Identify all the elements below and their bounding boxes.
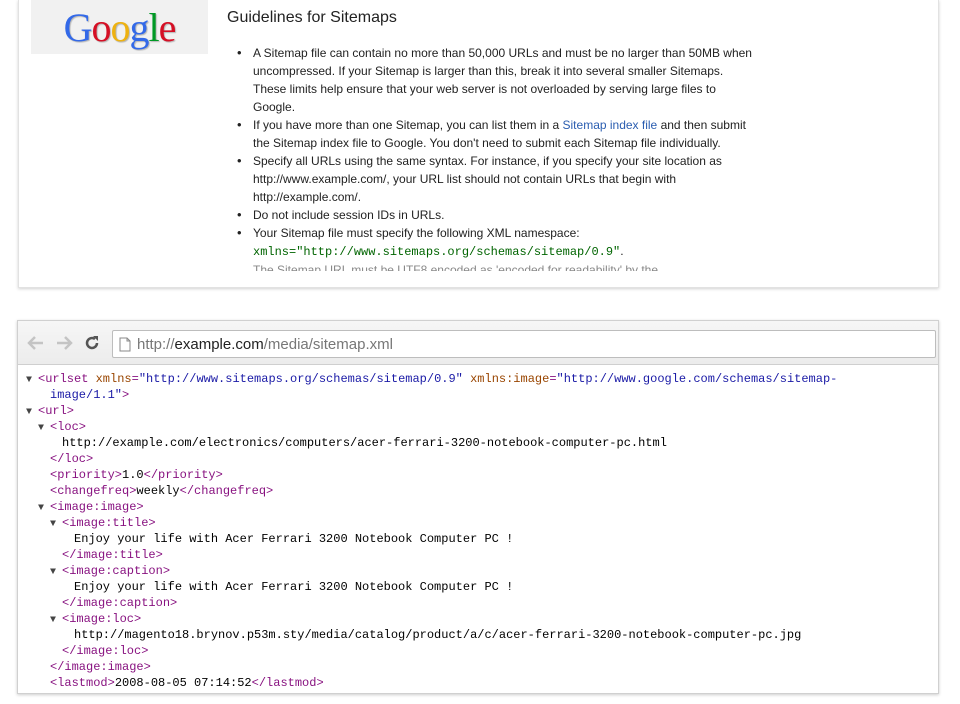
xml-line: <priority>1.0</priority>: [50, 468, 223, 482]
torn-edge: [18, 685, 938, 693]
guideline-item-cut: The Sitemap URL must be UTF8 encoded as …: [253, 261, 753, 271]
guideline-item: Do not include session IDs in URLs.: [237, 206, 753, 224]
xml-line: ▼ <loc>: [18, 419, 938, 435]
url-text[interactable]: http://example.com/media/sitemap.xml: [137, 336, 393, 353]
xml-line: </image:title>: [62, 548, 163, 562]
xml-line: </image:loc>: [62, 644, 149, 658]
namespace-code: xmlns="http://www.sitemaps.org/schemas/s…: [253, 245, 621, 259]
address-bar[interactable]: http://example.com/media/sitemap.xml: [112, 330, 936, 358]
logo-letter: e: [158, 5, 177, 50]
google-logo[interactable]: Google: [63, 5, 177, 50]
guideline-item: Specify all URLs using the same syntax. …: [237, 152, 753, 206]
back-arrow-icon: [27, 336, 43, 350]
guidelines-panel: Google Guidelines for Sitemaps A Sitemap…: [18, 0, 939, 288]
xml-line: ▼ <image:loc>: [18, 611, 938, 627]
back-button[interactable]: [26, 333, 46, 353]
xml-line: </loc>: [50, 452, 94, 466]
xml-image-caption: Enjoy your life with Acer Ferrari 3200 N…: [74, 580, 514, 594]
guideline-item: If you have more than one Sitemap, you c…: [237, 116, 753, 152]
xml-viewer: ▼ <urlset xmlns="http://www.sitemaps.org/…: [18, 371, 938, 691]
xml-line: ▼ <urlset xmlns="http://www.sitemaps.org/…: [18, 371, 938, 387]
torn-edge: [19, 278, 938, 287]
xml-line: <changefreq>weekly</changefreq>: [50, 484, 274, 498]
xml-image-loc: http://magento18.brynov.p53m.sty/media/c…: [74, 628, 802, 642]
sitemap-index-link[interactable]: Sitemap index file: [563, 118, 658, 132]
browser-toolbar: http://example.com/media/sitemap.xml: [18, 321, 938, 365]
xml-line: ▼ <url>: [18, 403, 938, 419]
logo-letter: o: [91, 5, 112, 50]
xml-line: ▼ <image:caption>: [18, 563, 938, 579]
guideline-item: A Sitemap file can contain no more than …: [237, 44, 753, 116]
xml-line: image/1.1">: [50, 388, 130, 402]
forward-arrow-icon: [57, 336, 73, 350]
logo-letter: g: [129, 5, 150, 50]
xml-line: ▼ <image:image>: [18, 499, 938, 515]
logo-letter: G: [63, 5, 93, 50]
xml-line: </image:image>: [50, 660, 151, 674]
google-logo-box: Google: [31, 0, 208, 54]
page-icon: [119, 337, 131, 351]
xml-line: ▼ <image:title>: [18, 515, 938, 531]
guidelines-title: Guidelines for Sitemaps: [227, 9, 397, 26]
forward-button[interactable]: [54, 333, 74, 353]
logo-letter: o: [110, 5, 131, 50]
reload-button[interactable]: [82, 333, 102, 353]
xml-image-title: Enjoy your life with Acer Ferrari 3200 N…: [74, 532, 514, 546]
logo-letter: l: [148, 5, 160, 50]
xml-line: </image:caption>: [62, 596, 178, 610]
xml-loc-value: http://example.com/electronics/computers…: [62, 436, 667, 450]
reload-icon: [85, 336, 99, 350]
guideline-item: Your Sitemap file must specify the follo…: [237, 224, 753, 261]
browser-window: http://example.com/media/sitemap.xml ▼ <u…: [17, 320, 939, 694]
guidelines-list: A Sitemap file can contain no more than …: [237, 44, 753, 271]
